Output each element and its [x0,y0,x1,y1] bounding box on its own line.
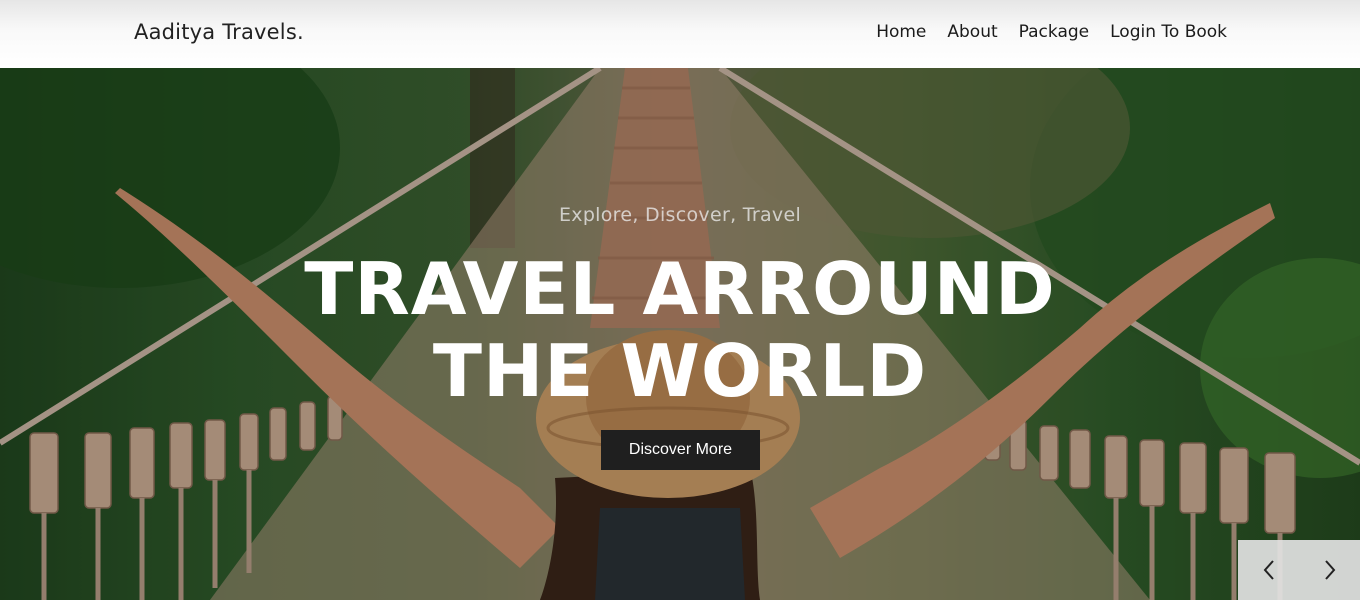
slider-next-button[interactable] [1299,540,1360,600]
nav-login-to-book[interactable]: Login To Book [1110,22,1227,42]
slider-prev-button[interactable] [1238,540,1299,600]
nav-about[interactable]: About [947,22,997,42]
hero-headline-line-1: TRAVEL ARROUND [304,247,1056,331]
discover-more-button[interactable]: Discover More [601,430,760,470]
brand-logo[interactable]: Aaditya Travels. [134,20,304,44]
nav-package[interactable]: Package [1019,22,1089,42]
nav-home[interactable]: Home [876,22,926,42]
chevron-right-icon [1324,560,1335,580]
hero-section: Explore, Discover, Travel TRAVEL ARROUND… [0,68,1360,600]
hero-tagline: Explore, Discover, Travel [558,204,802,226]
hero-headline: TRAVEL ARROUND THE WORLD [0,248,1360,412]
chevron-left-icon [1263,560,1274,580]
main-nav: Home About Package Login To Book [876,22,1227,42]
site-header: Aaditya Travels. Home About Package Logi… [0,0,1360,68]
slider-controls [1238,540,1360,600]
hero-headline-line-2: THE WORLD [432,329,928,413]
